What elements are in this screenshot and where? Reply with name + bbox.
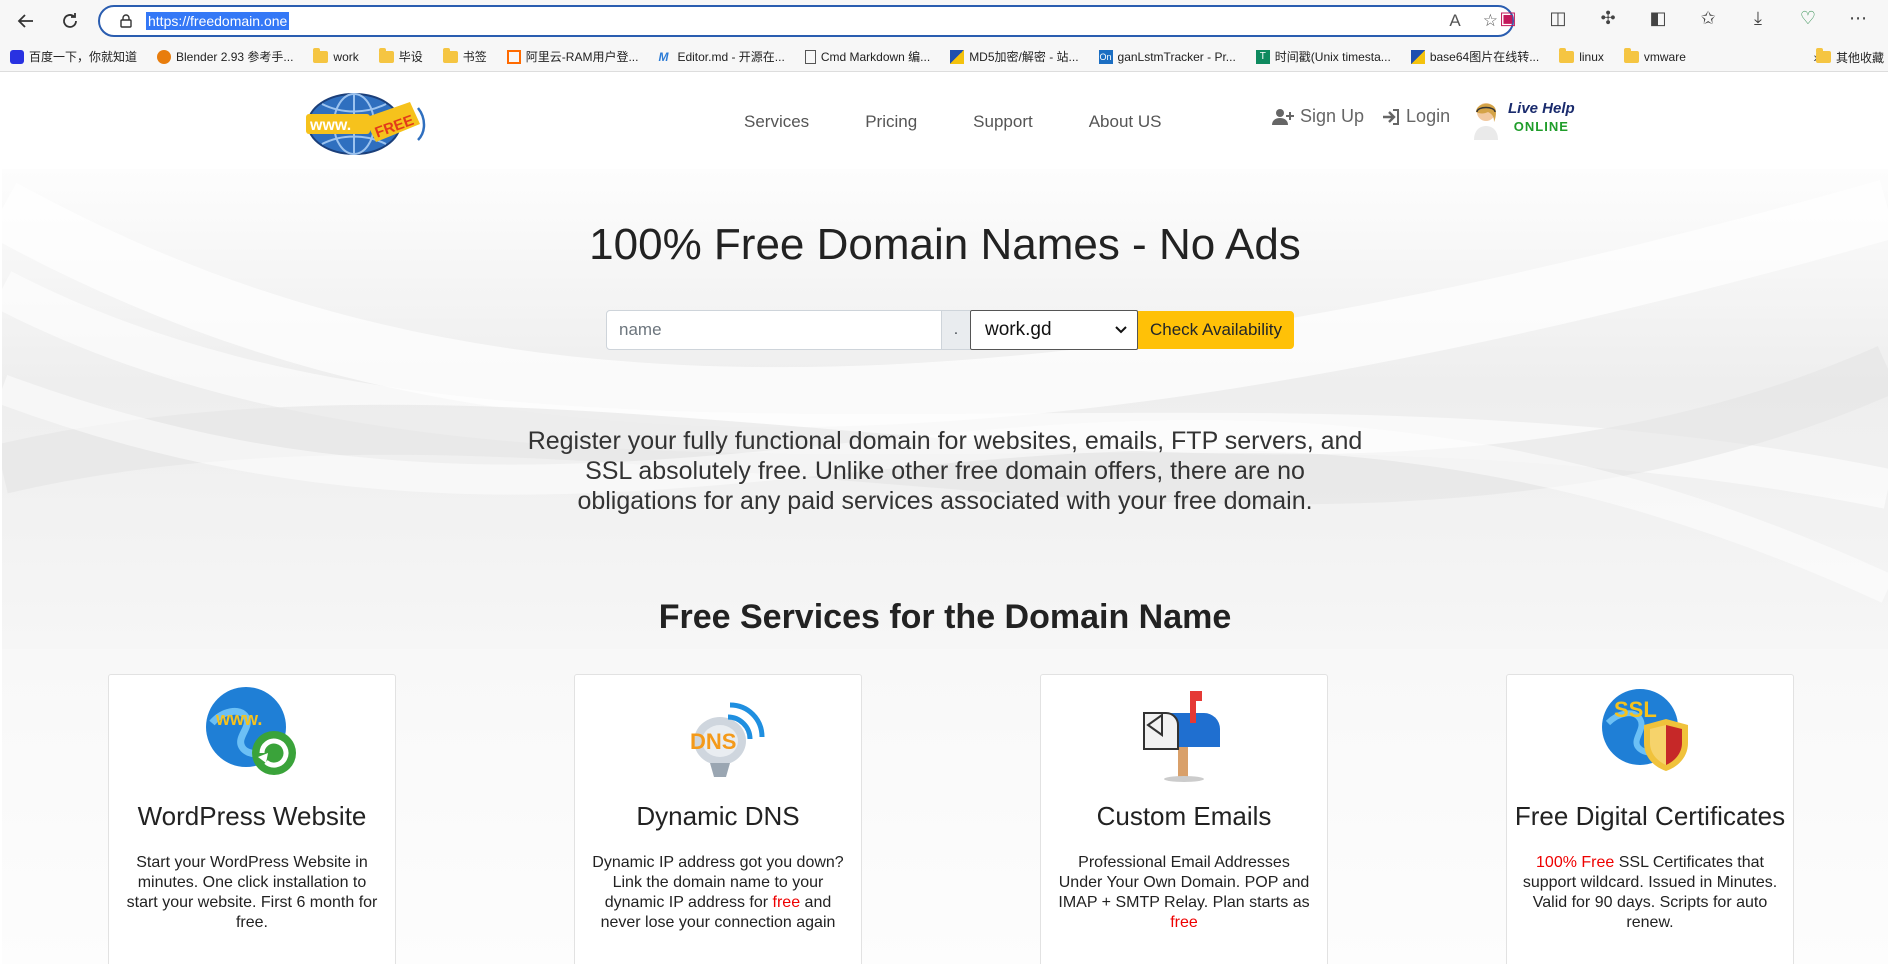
login-link[interactable]: Login: [1382, 106, 1450, 127]
timestamp-icon: T: [1255, 49, 1270, 64]
chevron-down-icon: [1115, 326, 1127, 334]
address-bar[interactable]: https://freedomain.one A ☆: [98, 5, 1514, 37]
bookmark-folder[interactable]: linux: [1549, 47, 1614, 64]
folder-icon: [1623, 47, 1639, 63]
lock-icon[interactable]: [118, 13, 134, 29]
bookmark-folder[interactable]: vmware: [1614, 47, 1696, 64]
folder-icon: [1559, 47, 1575, 63]
freedomain-logo[interactable]: www. FREE: [302, 88, 427, 158]
bookmark-item[interactable]: On ganLstmTracker - Pr...: [1089, 49, 1246, 64]
favorites-icon[interactable]: ✩: [1696, 8, 1720, 29]
game-extension-icon[interactable]: ◫: [1546, 8, 1570, 29]
downloads-icon[interactable]: ⤓: [1746, 8, 1770, 29]
bookmark-item[interactable]: base64图片在线转...: [1401, 48, 1549, 65]
bookmark-item[interactable]: Blender 2.93 参考手...: [147, 48, 303, 65]
service-card-dynamic-dns: DNS Dynamic DNS Dynamic IP address got y…: [574, 674, 862, 964]
folder-icon: [442, 47, 458, 63]
ssl-shield-icon: SSL: [1602, 689, 1688, 771]
extensions-puzzle-icon[interactable]: ✣: [1596, 8, 1620, 29]
service-card-wordpress: www. WordPress Website Start your WordPr…: [108, 674, 396, 964]
refresh-icon[interactable]: [52, 3, 88, 39]
bookmarks-bar: 百度一下，你就知道 Blender 2.93 参考手... work 毕设 书签…: [0, 42, 1888, 72]
signup-link[interactable]: Sign Up: [1272, 106, 1364, 127]
check-availability-button[interactable]: Check Availability: [1138, 311, 1294, 349]
bookmark-item[interactable]: MD5加密/解密 - 站...: [940, 48, 1088, 65]
domain-name-input[interactable]: [606, 310, 942, 350]
baidu-icon: [10, 49, 24, 64]
more-menu-icon[interactable]: ⋯: [1846, 8, 1870, 29]
folder-icon: [378, 47, 394, 63]
url-text[interactable]: https://freedomain.one: [146, 12, 290, 30]
user-plus-icon: [1272, 108, 1294, 125]
service-card-text: Start your WordPress Website in minutes.…: [126, 854, 378, 931]
domain-dot-separator: .: [942, 310, 970, 350]
page-icon: [804, 49, 816, 64]
browser-essentials-icon[interactable]: ♡: [1796, 8, 1820, 29]
service-card-text: 100% Free SSL Certificates that support …: [1522, 854, 1778, 931]
service-card-text: Professional Email Addresses Under Your …: [1058, 854, 1310, 931]
nav-support[interactable]: Support: [973, 112, 1033, 132]
bookmark-item[interactable]: M Editor.md - 开源在...: [648, 48, 794, 65]
bookmark-item[interactable]: T 时间戳(Unix timesta...: [1246, 48, 1401, 65]
base64-icon: [1410, 49, 1425, 64]
bookmark-item[interactable]: 百度一下，你就知道: [0, 48, 147, 65]
service-card-text: Dynamic IP address got you down? Link th…: [592, 854, 844, 931]
nav-pricing[interactable]: Pricing: [865, 112, 917, 132]
nav-about-us[interactable]: About US: [1089, 112, 1162, 132]
svg-text:www.: www.: [215, 709, 262, 729]
back-arrow-icon[interactable]: [8, 3, 44, 39]
browser-toolbar: https://freedomain.one A ☆ ▣ ◫ ✣ ◧ ✩ ⤓ ♡…: [0, 0, 1888, 42]
folder-icon: [313, 47, 329, 63]
split-screen-icon[interactable]: ◧: [1646, 8, 1670, 29]
tld-select[interactable]: work.gd: [970, 310, 1138, 350]
nav-services[interactable]: Services: [744, 112, 809, 132]
auth-links: Sign Up Login: [1272, 106, 1450, 127]
hero-description: Register your fully functional domain fo…: [527, 427, 1363, 515]
hero-title: 100% Free Domain Names - No Ads: [589, 220, 1301, 269]
bookmark-folder[interactable]: 书签: [433, 47, 497, 65]
sign-in-icon: [1383, 108, 1400, 125]
editormd-icon: M: [658, 49, 669, 64]
aliyun-icon: [506, 49, 521, 64]
bookmark-item[interactable]: Cmd Markdown 编...: [795, 48, 940, 65]
web-page: www. FREE Services Pricing Support About…: [2, 74, 1888, 964]
blender-icon: [157, 49, 172, 64]
other-bookmarks[interactable]: 其他收藏: [1815, 42, 1888, 71]
folder-icon: [1815, 48, 1831, 63]
domain-search: . work.gd Check Availability: [606, 310, 1294, 350]
dns-satellite-icon: DNS: [690, 702, 765, 777]
wordpress-globe-icon: www.: [206, 687, 296, 775]
mailbox-icon: [1143, 691, 1220, 782]
main-nav: Services Pricing Support About US: [744, 112, 1161, 132]
svg-text:DNS: DNS: [690, 729, 736, 754]
service-card-digital-certificates: SSL Free Digital Certificates 100% Free …: [1506, 674, 1794, 964]
service-card-custom-emails: Custom Emails Professional Email Address…: [1040, 674, 1328, 964]
live-help-widget[interactable]: Live Help ONLINE: [1468, 96, 1575, 140]
md5-icon: [950, 49, 965, 64]
bookmark-item[interactable]: 阿里云-RAM用户登...: [497, 48, 649, 65]
read-aloud-icon[interactable]: A: [1449, 11, 1460, 31]
svg-text:SSL: SSL: [1614, 697, 1657, 722]
svg-text:www.: www.: [309, 117, 351, 134]
on-icon: On: [1098, 49, 1113, 64]
translate-extension-icon[interactable]: ▣: [1496, 8, 1520, 29]
bookmark-folder[interactable]: work: [303, 47, 368, 64]
bookmark-folder[interactable]: 毕设: [369, 47, 433, 65]
services-title: Free Services for the Domain Name: [658, 598, 1232, 636]
support-agent-icon: [1474, 103, 1498, 140]
